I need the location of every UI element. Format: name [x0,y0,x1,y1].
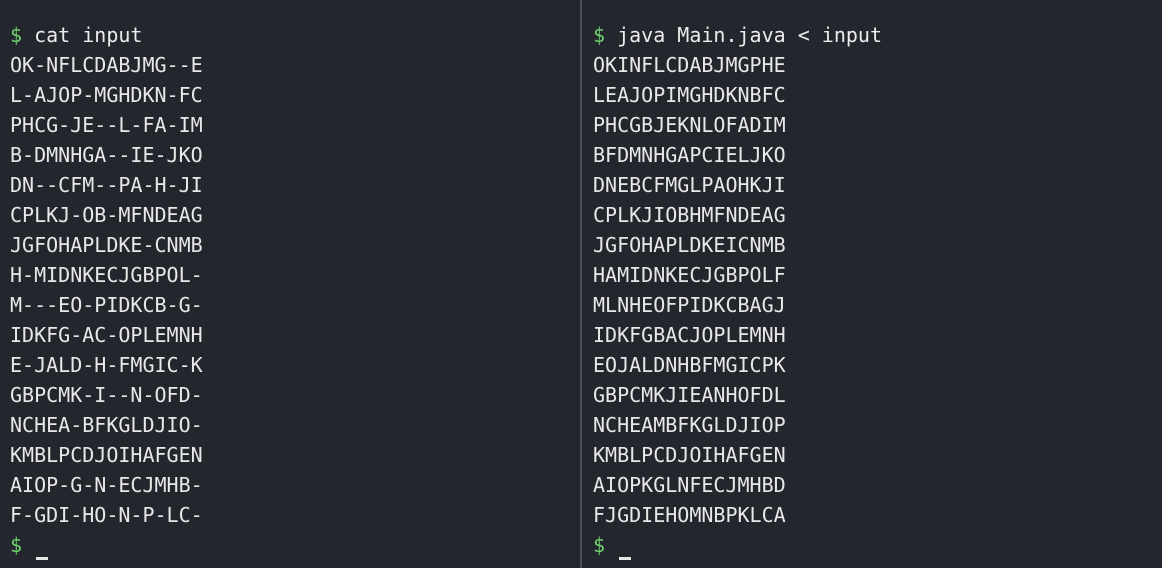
terminal-split-view: $ cat input OK-NFLCDABJMG--E L-AJOP-MGHD… [0,0,1162,568]
output-line: OK-NFLCDABJMG--E [10,53,203,77]
output-line: KMBLPCDJOIHAFGEN [593,443,786,467]
text-cursor [36,557,49,560]
prompt-symbol: $ [10,23,23,47]
output-line: AIOP-G-N-ECJMHB- [10,473,203,497]
left-terminal-pane[interactable]: $ cat input OK-NFLCDABJMG--E L-AJOP-MGHD… [0,0,580,568]
output-line: MLNHEOFPIDKCBAGJ [593,293,786,317]
output-line: KMBLPCDJOIHAFGEN [10,443,203,467]
output-line: F-GDI-HO-N-P-LC- [10,503,203,527]
output-line: PHCGBJEKNLOFADIM [593,113,786,137]
output-line: IDKFG-AC-OPLEMNH [10,323,203,347]
text-cursor [619,557,632,560]
output-line: FJGDIEHOMNBPKLCA [593,503,786,527]
output-line: HAMIDNKECJGBPOLF [593,263,786,287]
output-line: PHCG-JE--L-FA-IM [10,113,203,137]
output-line: OKINFLCDABJMGPHE [593,53,786,77]
prompt-symbol: $ [593,23,606,47]
right-terminal-pane[interactable]: $ java Main.java < input OKINFLCDABJMGPH… [582,0,1162,568]
output-line: L-AJOP-MGHDKN-FC [10,83,203,107]
output-line: M---EO-PIDKCB-G- [10,293,203,317]
output-line: JGFOHAPLDKE-CNMB [10,233,203,257]
output-line: GBPCMK-I--N-OFD- [10,383,203,407]
output-line: JGFOHAPLDKEICNMB [593,233,786,257]
output-line: BFDMNHGAPCIELJKO [593,143,786,167]
input-prompt-line[interactable]: $ [10,530,580,560]
output-line: CPLKJIOBHMFNDEAG [593,203,786,227]
command-line: $ cat input [10,20,580,50]
output-line: H-MIDNKECJGBPOL- [10,263,203,287]
output-line: B-DMNHGA--IE-JKO [10,143,203,167]
output-line: AIOPKGLNFECJMHBD [593,473,786,497]
output-line: GBPCMKJIEANHOFDL [593,383,786,407]
output-line: DN--CFM--PA-H-JI [10,173,203,197]
output-line: CPLKJ-OB-MFNDEAG [10,203,203,227]
prompt-symbol: $ [10,533,23,557]
output-line: E-JALD-H-FMGIC-K [10,353,203,377]
input-prompt-line[interactable]: $ [593,530,1162,560]
output-line: NCHEAMBFKGLDJIOP [593,413,786,437]
prompt-symbol: $ [593,533,606,557]
output-line: EOJALDNHBFMGICPK [593,353,786,377]
output-line: LEAJOPIMGHDKNBFC [593,83,786,107]
command-text: java Main.java < input [617,23,882,47]
command-line: $ java Main.java < input [593,20,1162,50]
command-text: cat input [34,23,143,47]
output-line: IDKFGBACJOPLEMNH [593,323,786,347]
output-line: DNEBCFMGLPAOHKJI [593,173,786,197]
output-line: NCHEA-BFKGLDJIO- [10,413,203,437]
